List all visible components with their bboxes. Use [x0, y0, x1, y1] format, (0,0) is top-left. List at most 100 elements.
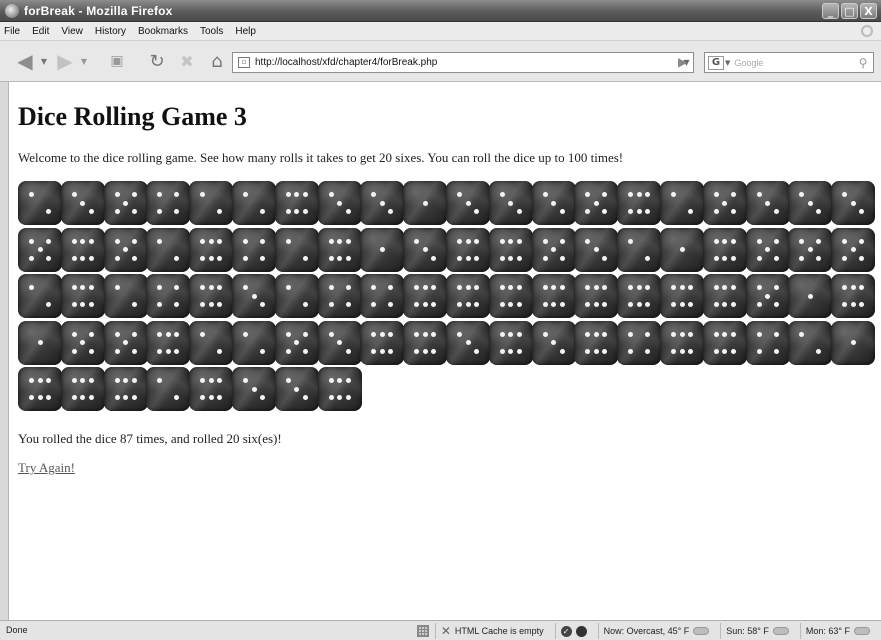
- die-pip: [688, 285, 693, 290]
- die-pip: [345, 238, 351, 244]
- die-pip: [628, 209, 634, 214]
- die-pip: [200, 331, 206, 337]
- weather-mon[interactable]: Mon: 63° F: [799, 623, 875, 639]
- die-face: [232, 227, 276, 272]
- die-pip: [508, 255, 514, 261]
- die-pip: [730, 209, 736, 214]
- die-pip: [773, 238, 779, 244]
- die-face: [60, 227, 105, 272]
- die-pip: [516, 302, 522, 307]
- die-pip: [337, 255, 343, 261]
- url-input[interactable]: http://localhost/xfd/chapter4/forBreak.p…: [255, 57, 679, 68]
- engine-dropdown-icon[interactable]: ▼: [725, 59, 730, 67]
- die-face: [745, 181, 790, 225]
- die-pip: [585, 285, 591, 290]
- die-pip: [679, 348, 685, 354]
- back-dropdown-icon[interactable]: ▼: [40, 50, 48, 72]
- die-pip: [260, 302, 265, 307]
- die-pip: [414, 285, 420, 290]
- die-pip: [131, 348, 137, 354]
- die-pip: [285, 331, 291, 337]
- die-pip: [713, 238, 719, 244]
- die-pip: [131, 238, 137, 244]
- die-face: [232, 181, 276, 225]
- search-engine-icon[interactable]: G: [708, 55, 724, 70]
- menu-bookmarks[interactable]: Bookmarks: [138, 26, 188, 37]
- search-input[interactable]: Google: [734, 58, 853, 68]
- die-face: [146, 274, 191, 318]
- die-face: [531, 227, 576, 272]
- die-pip: [457, 192, 462, 197]
- die-pip: [371, 285, 377, 290]
- maximize-button[interactable]: □: [841, 3, 858, 19]
- die-pip: [722, 348, 728, 354]
- die-face: [488, 181, 533, 225]
- die-pip: [593, 285, 599, 290]
- die-pip: [422, 247, 428, 252]
- die-pip: [559, 285, 565, 290]
- globe-icon[interactable]: [575, 625, 587, 637]
- cache-status[interactable]: ✕ HTML Cache is empty: [434, 623, 549, 639]
- check-icon[interactable]: ✓: [560, 625, 572, 637]
- die-face: [274, 227, 319, 272]
- page-content: Dice Rolling Game 3 Welcome to the dice …: [8, 82, 881, 620]
- cache-x-icon: ✕: [440, 624, 451, 638]
- search-bar[interactable]: G ▼ Google ⚲: [704, 52, 874, 73]
- die-pip: [328, 331, 334, 337]
- die-pip: [123, 340, 129, 345]
- search-icon[interactable]: ⚲: [853, 56, 873, 70]
- die-pip: [602, 192, 608, 197]
- close-button[interactable]: X: [860, 3, 877, 19]
- die-pip: [174, 285, 180, 290]
- die-pip: [730, 331, 736, 337]
- stop-button[interactable]: ✖: [176, 50, 198, 72]
- die-pip: [174, 302, 180, 307]
- die-pip: [542, 255, 548, 261]
- die-pip: [465, 302, 471, 307]
- die-pip: [114, 395, 120, 400]
- url-bar[interactable]: ▫ http://localhost/xfd/chapter4/forBreak…: [232, 52, 694, 73]
- die-pip: [457, 302, 462, 307]
- minimize-button[interactable]: _: [822, 3, 839, 19]
- die-pip: [645, 255, 651, 261]
- weather-now[interactable]: Now: Overcast, 45° F: [597, 623, 715, 639]
- die-pip: [46, 255, 51, 261]
- menu-file[interactable]: File: [4, 26, 20, 37]
- die-pip: [46, 302, 51, 307]
- home-button[interactable]: ⌂: [206, 50, 228, 72]
- die-pip: [713, 209, 719, 214]
- reload-button[interactable]: ↻: [146, 50, 168, 72]
- new-tab-button[interactable]: ▣: [106, 50, 128, 72]
- menu-help[interactable]: Help: [235, 26, 256, 37]
- die-pip: [688, 209, 693, 214]
- menu-view[interactable]: View: [61, 26, 83, 37]
- die-pip: [174, 395, 180, 400]
- die-pip: [516, 209, 522, 214]
- grid-icon[interactable]: [416, 625, 429, 637]
- die-pip: [585, 209, 591, 214]
- die-pip: [371, 331, 377, 337]
- weather-sun[interactable]: Sun: 58° F: [720, 623, 794, 639]
- die-pip: [80, 340, 86, 345]
- die-pip: [114, 378, 120, 383]
- die-face: [274, 181, 319, 225]
- menu-history[interactable]: History: [95, 26, 126, 37]
- die-face: [18, 274, 62, 318]
- die-pip: [328, 378, 334, 383]
- back-button[interactable]: ◀: [12, 49, 38, 73]
- forward-button[interactable]: ▶: [52, 49, 78, 73]
- go-button[interactable]: ▶: [678, 55, 687, 69]
- menu-edit[interactable]: Edit: [32, 26, 49, 37]
- die-face: [60, 320, 105, 365]
- die-pip: [379, 331, 385, 337]
- forward-dropdown-icon[interactable]: ▼: [80, 50, 88, 72]
- menu-tools[interactable]: Tools: [200, 26, 223, 37]
- die-pip: [842, 255, 848, 261]
- die-pip: [551, 340, 557, 345]
- die-pip: [713, 331, 719, 337]
- try-again-link[interactable]: Try Again!: [18, 460, 75, 476]
- die-pip: [328, 255, 334, 261]
- die-pip: [457, 238, 462, 244]
- die-pip: [174, 255, 180, 261]
- die-pip: [636, 285, 642, 290]
